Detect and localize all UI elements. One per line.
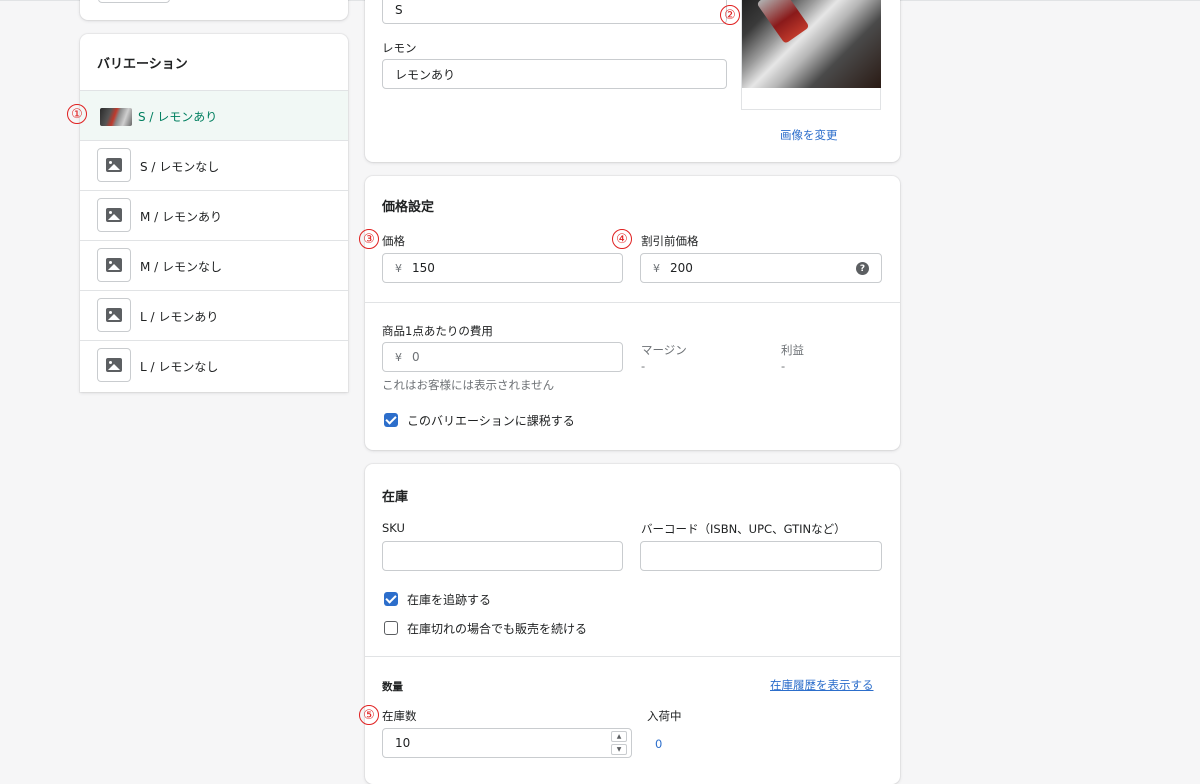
incoming-value[interactable]: 0 (655, 737, 662, 751)
continue-selling-checkbox[interactable] (384, 621, 398, 635)
cost-label: 商品1点あたりの費用 (382, 324, 493, 338)
track-inventory-label: 在庫を追跡する (407, 593, 492, 607)
sku-input[interactable] (382, 541, 623, 571)
variation-label: S / レモンなし (140, 160, 220, 174)
profit-value: - (781, 359, 786, 373)
available-value: 10 (395, 736, 411, 750)
track-inventory-checkbox[interactable] (384, 592, 398, 606)
image-placeholder-icon (97, 348, 131, 382)
variation-item-l-lemon-no[interactable]: L / レモンなし (80, 340, 348, 392)
variation-label: L / レモンなし (140, 360, 219, 374)
inventory-title: 在庫 (382, 490, 409, 505)
compare-price-value: 200 (670, 261, 693, 275)
annotation-marker-2: ② (720, 5, 740, 25)
margin-value: - (641, 359, 646, 373)
variations-title: バリエーション (97, 57, 188, 72)
price-value: 150 (412, 261, 435, 275)
price-input[interactable]: ¥ 150 (382, 253, 623, 283)
cost-input[interactable]: ¥ 0 (382, 342, 623, 372)
cost-help-text: これはお客様には表示されません (382, 378, 555, 392)
profit-label: 利益 (781, 343, 804, 357)
cola-thumbnail (100, 108, 132, 126)
tax-checkbox[interactable] (384, 413, 398, 427)
variation-item-m-lemon-no[interactable]: M / レモンなし (80, 240, 348, 290)
image-placeholder-icon (97, 248, 131, 282)
available-label: 在庫数 (382, 709, 417, 723)
compare-price-input[interactable]: ¥ 200 (640, 253, 882, 283)
annotation-marker-5: ⑤ (359, 705, 379, 725)
change-image-link[interactable]: 画像を変更 (780, 127, 838, 143)
incoming-label: 入荷中 (647, 709, 682, 723)
annotation-marker-1: ① (67, 104, 87, 124)
stepper-up-icon[interactable]: ▲ (611, 731, 627, 742)
quantity-stepper[interactable]: ▲ ▼ (611, 731, 627, 755)
cost-value: 0 (412, 350, 420, 364)
variation-label: L / レモンあり (140, 310, 219, 324)
lemon-label: レモン (382, 41, 417, 55)
partial-button[interactable] (98, 0, 170, 3)
variation-item-l-lemon-yes[interactable]: L / レモンあり (80, 290, 348, 340)
variation-label: M / レモンあり (140, 210, 223, 224)
variation-item-s-lemon-yes[interactable]: S / レモンあり (80, 90, 348, 140)
quantity-heading: 数量 (382, 681, 403, 693)
lemon-input[interactable]: レモンあり (382, 59, 727, 89)
tax-checkbox-label: このバリエーションに課税する (407, 414, 575, 428)
image-placeholder-icon (97, 148, 131, 182)
inventory-history-link[interactable]: 在庫履歴を表示する (770, 677, 874, 693)
stepper-down-icon[interactable]: ▼ (611, 744, 627, 755)
inventory-divider (365, 656, 900, 657)
cola-photo (742, 0, 881, 88)
inventory-card: 在庫 SKU バーコード（ISBN、UPC、GTINなど） 在庫を追跡する 在庫… (365, 464, 900, 784)
variation-label: S / レモンあり (138, 110, 218, 124)
continue-selling-label: 在庫切れの場合でも販売を続ける (407, 622, 588, 636)
size-input[interactable]: S (382, 0, 727, 24)
currency-prefix: ¥ (395, 350, 402, 364)
annotation-marker-4: ④ (612, 229, 632, 249)
currency-prefix: ¥ (395, 261, 402, 275)
bottle-red-cap (756, 0, 810, 45)
available-input[interactable]: 10 (382, 728, 632, 758)
compare-price-label: 割引前価格 (641, 234, 699, 248)
pricing-divider (365, 302, 900, 303)
barcode-label: バーコード（ISBN、UPC、GTINなど） (641, 522, 846, 536)
sku-label: SKU (382, 521, 405, 535)
price-label: 価格 (382, 234, 405, 248)
help-icon[interactable]: ? (856, 262, 869, 275)
image-placeholder-icon (97, 298, 131, 332)
pricing-card: 価格設定 価格 ¥ 150 割引前価格 ¥ 200 ? 商品1点あたりの費用 ¥… (365, 176, 900, 450)
barcode-input[interactable] (640, 541, 882, 571)
variation-item-m-lemon-yes[interactable]: M / レモンあり (80, 190, 348, 240)
image-placeholder-icon (97, 198, 131, 232)
variation-label: M / レモンなし (140, 260, 223, 274)
margin-label: マージン (641, 343, 687, 357)
variation-item-s-lemon-no[interactable]: S / レモンなし (80, 140, 348, 190)
variant-image[interactable] (741, 0, 881, 110)
currency-prefix: ¥ (653, 261, 660, 275)
options-card: S レモン レモンあり 画像を変更 (365, 0, 900, 162)
pricing-title: 価格設定 (382, 200, 435, 215)
annotation-marker-3: ③ (359, 229, 379, 249)
left-top-card (80, 0, 348, 20)
